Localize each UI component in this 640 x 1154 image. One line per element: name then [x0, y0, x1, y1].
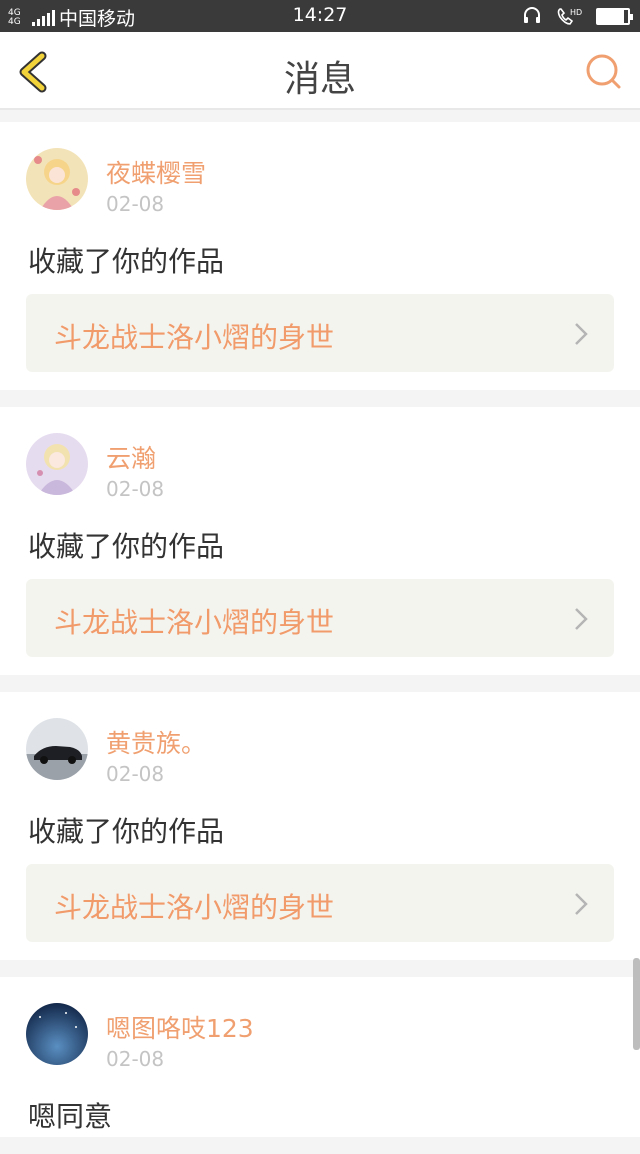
work-link[interactable]: 斗龙战士洛小熠的身世 [26, 294, 614, 372]
avatar[interactable] [26, 718, 88, 780]
message-card: 云瀚 02-08 收藏了你的作品 斗龙战士洛小熠的身世 [0, 407, 640, 675]
nav-bar: 消息 [0, 32, 640, 110]
page-title: 消息 [283, 59, 356, 100]
headset-icon [524, 7, 540, 23]
message-date: 02-08 [106, 762, 165, 786]
chevron-right-icon [575, 608, 588, 630]
battery-icon [596, 7, 633, 25]
message-date: 02-08 [106, 1047, 165, 1071]
message-action: 收藏了你的作品 [28, 245, 225, 278]
work-link[interactable]: 斗龙战士洛小熠的身世 [26, 579, 614, 657]
message-card: 夜蝶樱雪 02-08 收藏了你的作品 斗龙战士洛小熠的身世 [0, 122, 640, 390]
hd-call-icon: HD [557, 8, 582, 25]
avatar[interactable] [26, 433, 88, 495]
message-action: 收藏了你的作品 [28, 815, 225, 848]
avatar[interactable] [26, 1003, 88, 1065]
scrollbar[interactable] [633, 958, 640, 1050]
username[interactable]: 云瀚 [106, 439, 156, 475]
message-date: 02-08 [106, 192, 165, 216]
search-icon[interactable] [584, 52, 624, 92]
username[interactable]: 嗯图咯吱123 [106, 1009, 254, 1045]
chevron-right-icon [575, 893, 588, 915]
work-title: 斗龙战士洛小熠的身世 [54, 606, 335, 639]
work-link[interactable]: 斗龙战士洛小熠的身世 [26, 864, 614, 942]
status-right: HD [522, 6, 633, 26]
message-action: 收藏了你的作品 [28, 530, 225, 563]
message-action: 嗯同意 [28, 1100, 113, 1133]
message-card: 嗯图咯吱123 02-08 嗯同意 [0, 977, 640, 1137]
chevron-right-icon [575, 323, 588, 345]
avatar[interactable] [26, 148, 88, 210]
message-date: 02-08 [106, 477, 165, 501]
battery-fill [598, 9, 624, 23]
message-feed: 夜蝶樱雪 02-08 收藏了你的作品 斗龙战士洛小熠的身世 云瀚 02-08 收… [0, 122, 640, 1154]
work-title: 斗龙战士洛小熠的身世 [54, 321, 335, 354]
work-title: 斗龙战士洛小熠的身世 [54, 891, 335, 924]
username[interactable]: 黄贵族。 [106, 724, 206, 760]
username[interactable]: 夜蝶樱雪 [106, 154, 206, 190]
svg-text:HD: HD [570, 8, 582, 17]
message-card: 黄贵族。 02-08 收藏了你的作品 斗龙战士洛小熠的身世 [0, 692, 640, 960]
status-bar: 4G 4G 中国移动 14:27 HD [0, 0, 640, 32]
